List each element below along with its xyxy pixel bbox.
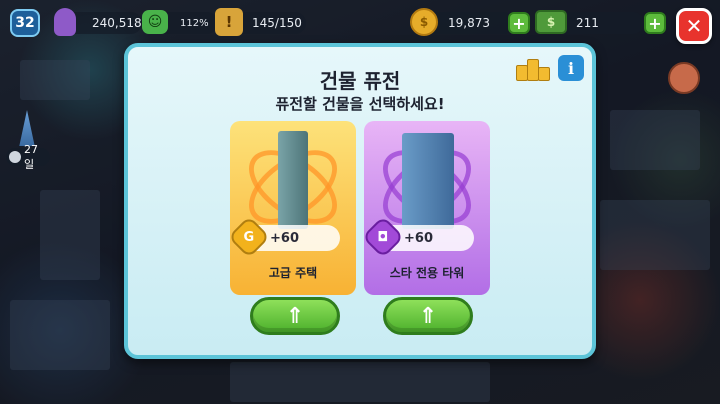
fuse-button-star-tower[interactable]: ⇑ (383, 297, 473, 335)
storage-box-icon: ! (215, 8, 243, 36)
tower-icon (19, 110, 35, 146)
card-name: 스타 전용 타워 (389, 266, 465, 280)
top-hud: 32 240,518 112% ☺ 145/150 ! 19,873 $ + 2… (0, 0, 720, 44)
happiness-value: 112% (180, 17, 209, 29)
clock-icon (9, 151, 21, 163)
luxury-house-building-image (278, 131, 308, 229)
event-widget[interactable]: 27일 (6, 110, 50, 171)
close-button[interactable]: ✕ (676, 8, 712, 44)
bonus-pill: G +60 (227, 215, 340, 259)
storage-value: 145/150 (252, 16, 302, 30)
smile-icon: ☺ (142, 10, 168, 34)
add-cash-button[interactable]: + (644, 12, 666, 34)
card-name: 고급 주택 (268, 266, 318, 280)
bonus-value: +60 (270, 230, 299, 246)
fuse-button-luxury-house[interactable]: ⇑ (250, 297, 340, 335)
building-card-star-tower[interactable]: ◘ +60 스타 전용 타워 (361, 121, 490, 295)
population-value: 240,518 (92, 16, 142, 30)
friends-icon[interactable] (668, 62, 700, 94)
cash-value: 211 (576, 16, 599, 30)
coins-value: 19,873 (448, 16, 490, 30)
dialog-subtitle: 퓨전할 건물을 선택하세요! (275, 95, 445, 113)
level-badge: 32 (10, 9, 40, 37)
building-card-luxury-house[interactable]: G +60 고급 주택 (227, 121, 356, 295)
bonus-pill: ◘ +60 (361, 215, 474, 259)
bonus-value: +60 (404, 230, 433, 246)
event-timer-label: 27일 (24, 142, 38, 171)
fusion-dialog: 건물 퓨전 퓨전할 건물을 선택하세요! i G +60 고급 주택 ◘ +60… (124, 43, 596, 359)
coin-icon: $ (410, 8, 438, 36)
add-coins-button[interactable]: + (508, 12, 530, 34)
cash-icon: $ (535, 10, 567, 34)
info-button[interactable]: i (558, 55, 584, 81)
star-tower-building-image (402, 133, 454, 229)
citizen-icon (54, 8, 76, 36)
coin-stack-icon[interactable] (516, 55, 550, 83)
event-timer: 27일 (6, 143, 50, 171)
